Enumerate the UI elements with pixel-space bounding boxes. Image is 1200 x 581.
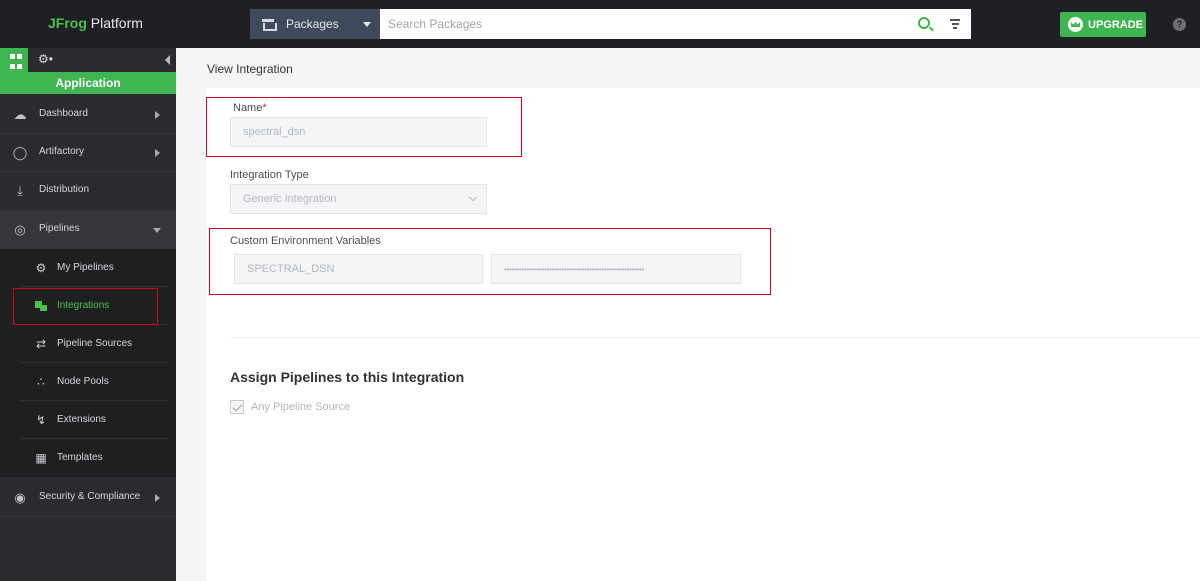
pipeline-sources-icon: ⇄ [35,337,47,351]
chevron-down-icon [363,22,371,27]
sidebar-item-label: My Pipelines [57,262,114,273]
highlight-box-integrations [13,288,158,325]
package-icon [262,19,277,31]
brand-jfrog: JFrog [48,15,87,31]
crown-icon [1068,17,1083,32]
chevron-down-icon [153,228,161,233]
help-icon[interactable]: ? [1173,18,1186,31]
pipelines-submenu: ⚙ My Pipelines Integrations ⇄ Pipeline S… [0,249,176,477]
search-bar [380,9,971,39]
any-pipeline-source-checkbox[interactable] [230,400,244,414]
sidebar-item-label: Node Pools [57,376,109,387]
search-icon[interactable] [918,17,930,29]
highlight-box-env-vars [209,228,771,295]
my-pipelines-icon: ⚙ [35,261,47,275]
sidebar-item-label: Pipeline Sources [57,338,133,349]
filter-icon[interactable] [950,19,960,29]
highlight-box-name [206,97,522,157]
sidebar-item-label: Templates [57,452,103,463]
chevron-right-icon [155,494,160,502]
application-label: Application [0,72,176,94]
sidebar-item-templates[interactable]: ▦ Templates [20,439,168,477]
integration-panel [206,88,1200,581]
sidebar-item-pipeline-sources[interactable]: ⇄ Pipeline Sources [20,325,168,363]
module-switcher: ⚙• Application [0,48,176,96]
upgrade-label: UPGRADE [1088,18,1144,31]
chevron-down-icon [468,192,478,202]
grid-icon[interactable] [0,48,28,72]
chevron-right-icon [155,149,160,157]
integration-type-label: Integration Type [230,169,309,181]
section-divider [230,337,1200,338]
dashboard-icon: ☁ [13,107,27,122]
sidebar-item-dashboard[interactable]: ☁ Dashboard [0,96,176,134]
search-input[interactable] [388,17,888,31]
sidebar-item-security-compliance[interactable]: ◉ Security & Compliance [0,479,176,517]
security-icon: ◉ [14,490,26,505]
distribution-icon: ⤓ [17,183,23,198]
integration-type-select[interactable]: Generic Integration [230,184,487,214]
brand-platform: Platform [86,15,143,31]
sidebar-item-extensions[interactable]: ↯ Extensions [20,401,168,439]
upgrade-button[interactable]: UPGRADE [1060,12,1146,37]
page-title: View Integration [207,62,293,76]
sidebar-item-label: Pipelines [39,223,80,234]
top-bar: JFrog Platform Packages UPGRADE ? [0,0,1200,48]
artifactory-icon: ◯ [12,145,28,160]
any-pipeline-source-label: Any Pipeline Source [251,401,351,413]
sidebar-item-distribution[interactable]: ⤓ Distribution [0,172,176,210]
brand-logo[interactable]: JFrog Platform [48,15,143,31]
sidebar-item-pipelines[interactable]: ◎ Pipelines [0,211,176,249]
gears-icon[interactable]: ⚙• [38,52,53,66]
sidebar-item-my-pipelines[interactable]: ⚙ My Pipelines [20,249,168,287]
assign-pipelines-title: Assign Pipelines to this Integration [230,369,465,385]
package-select-label: Packages [286,17,339,31]
sidebar-item-node-pools[interactable]: ∴ Node Pools [20,363,168,401]
sidebar-item-label: Distribution [39,184,90,195]
sidebar-item-label: Artifactory [39,146,85,157]
templates-icon: ▦ [35,451,47,465]
sidebar-item-label: Dashboard [39,108,88,119]
collapse-sidebar-icon[interactable] [165,55,170,65]
node-pools-icon: ∴ [37,375,45,389]
sidebar-item-label: Security & Compliance [39,491,141,502]
integration-type-value: Generic Integration [243,193,337,205]
sidebar-item-label: Extensions [57,414,106,425]
extensions-icon: ↯ [35,413,47,427]
pipelines-icon: ◎ [14,222,26,237]
chevron-right-icon [155,111,160,119]
sidebar-item-artifactory[interactable]: ◯ Artifactory [0,134,176,172]
package-type-select[interactable]: Packages [250,9,380,39]
